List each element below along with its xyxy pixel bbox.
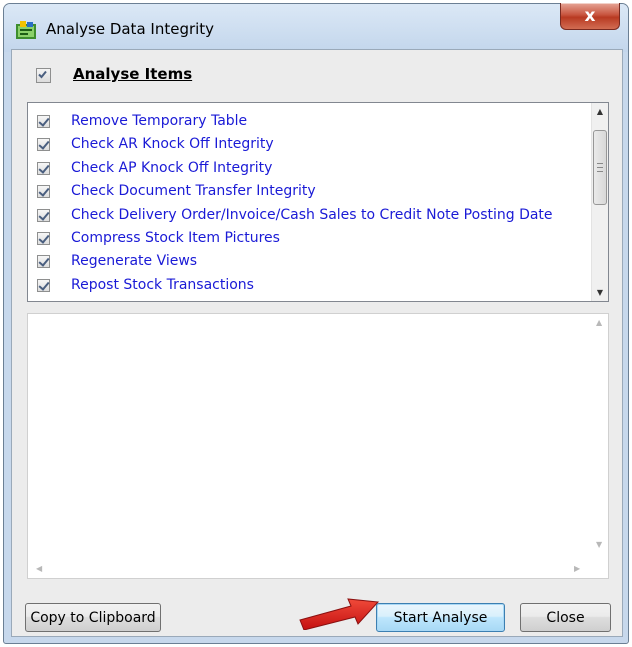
copy-to-clipboard-button[interactable]: Copy to Clipboard xyxy=(25,603,161,632)
window-title: Analyse Data Integrity xyxy=(46,20,215,38)
analyse-items-heading: Analyse Items xyxy=(73,65,193,83)
item-checkbox[interactable] xyxy=(37,231,50,245)
item-checkbox[interactable] xyxy=(37,137,50,151)
close-button[interactable]: Close xyxy=(520,603,611,632)
item-label[interactable]: Compress Stock Item Pictures xyxy=(71,230,280,246)
item-label[interactable]: Regenerate Views xyxy=(71,253,197,269)
output-horizontal-scrollbar[interactable]: ◀ ▶ xyxy=(28,561,593,578)
item-checkbox[interactable] xyxy=(37,184,50,198)
item-checkbox[interactable] xyxy=(37,278,50,292)
scroll-down-icon[interactable]: ▼ xyxy=(596,540,602,549)
scroll-thumb[interactable] xyxy=(593,130,607,205)
items-scrollbar[interactable]: ▲ ▼ xyxy=(591,103,608,301)
analyse-items-list[interactable]: Remove Temporary Table Check AR Knock Of… xyxy=(27,102,609,302)
item-checkbox[interactable] xyxy=(37,302,50,303)
item-label[interactable]: Check Document Transfer Integrity xyxy=(71,183,316,199)
analysis-output-area[interactable]: ▲ ▼ ◀ ▶ xyxy=(27,313,609,579)
close-icon: x xyxy=(584,6,596,26)
start-analyse-button[interactable]: Start Analyse xyxy=(376,603,505,632)
item-label[interactable]: Check Delivery Order/Invoice/Cash Sales … xyxy=(71,207,553,223)
title-bar[interactable]: Analyse Data Integrity x xyxy=(4,3,628,52)
item-label[interactable]: Remove Temporary Table xyxy=(71,113,247,129)
item-label[interactable]: Check AP Knock Off Integrity xyxy=(71,160,272,176)
annotation-arrow-icon xyxy=(299,598,380,630)
scroll-up-icon[interactable]: ▲ xyxy=(596,318,602,327)
item-label[interactable]: Repost Stock Transactions xyxy=(71,277,254,293)
item-label[interactable]: Check AR Knock Off Integrity xyxy=(71,136,274,152)
item-checkbox[interactable] xyxy=(37,161,50,175)
item-checkbox[interactable] xyxy=(37,114,50,128)
scroll-up-button[interactable]: ▲ xyxy=(592,103,608,120)
dialog-window: Analyse Data Integrity x Analyse Items R… xyxy=(3,3,629,644)
output-vertical-scrollbar[interactable]: ▲ ▼ xyxy=(591,314,608,562)
scroll-down-button[interactable]: ▼ xyxy=(592,284,608,301)
dialog-body: Analyse Items Remove Temporary Table Che… xyxy=(11,49,623,637)
item-checkbox[interactable] xyxy=(37,208,50,222)
check-icon xyxy=(38,70,47,79)
window-close-button[interactable]: x xyxy=(560,3,620,30)
grip-icon xyxy=(597,163,603,172)
scroll-left-icon[interactable]: ◀ xyxy=(36,564,42,573)
item-checkbox[interactable] xyxy=(37,254,50,268)
app-icon xyxy=(16,21,36,39)
scroll-right-icon[interactable]: ▶ xyxy=(574,564,580,573)
select-all-checkbox[interactable] xyxy=(36,68,51,83)
